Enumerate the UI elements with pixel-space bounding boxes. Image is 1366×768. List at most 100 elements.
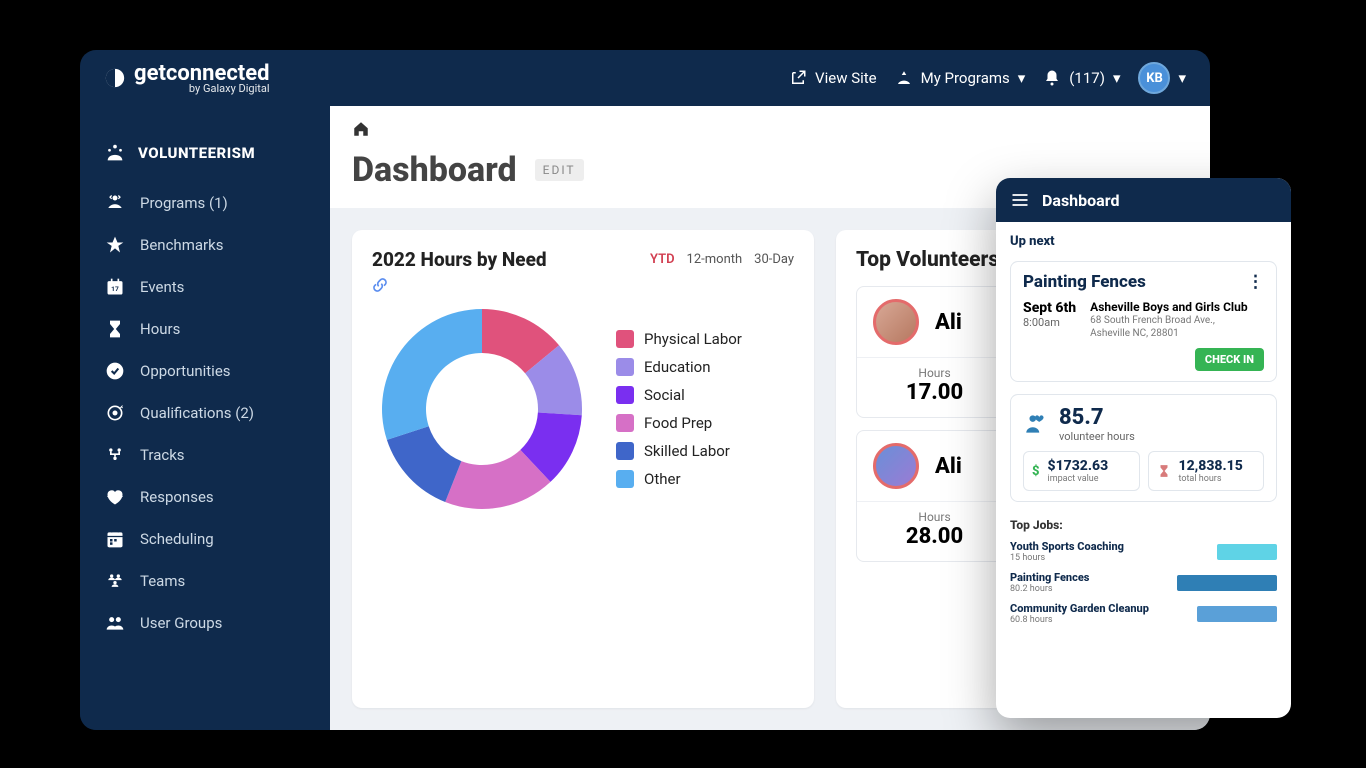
sidebar-item-teams[interactable]: Teams — [80, 560, 330, 602]
legend-item: Education — [616, 358, 742, 376]
my-programs-label: My Programs — [921, 69, 1010, 87]
impact-value-chip: $ $1732.63impact value — [1023, 451, 1140, 491]
sidebar-heading-label: VOLUNTEERISM — [138, 144, 255, 162]
home-icon — [352, 120, 1188, 138]
hours-by-need-card: 2022 Hours by Need YTD 12-month 30-Day P… — [352, 230, 814, 708]
my-programs-menu[interactable]: My Programs ▾ — [895, 69, 1026, 87]
svg-text:17: 17 — [111, 285, 119, 293]
hours-value: 28.00 — [863, 524, 1006, 549]
sidebar-item-opportunities[interactable]: Opportunities — [80, 350, 330, 392]
legend-label: Education — [644, 358, 711, 376]
sidebar-item-programs-[interactable]: Programs (1) — [80, 182, 330, 224]
vol-hours-label: volunteer hours — [1059, 430, 1135, 443]
bell-icon — [1043, 69, 1061, 87]
sidebar-item-label: Opportunities — [140, 362, 231, 380]
kebab-icon[interactable]: ⋮ — [1247, 272, 1264, 292]
legend-item: Other — [616, 470, 742, 488]
legend-swatch — [616, 442, 634, 460]
job-bar — [1197, 606, 1277, 622]
legend-label: Social — [644, 386, 685, 404]
sidebar-item-responses[interactable]: Responses — [80, 476, 330, 518]
user-menu[interactable]: KB ▾ — [1138, 62, 1186, 94]
brand-byline: by Galaxy Digital — [134, 82, 270, 95]
legend-item: Food Prep — [616, 414, 742, 432]
impact-label: impact value — [1048, 474, 1109, 484]
sidebar-item-events[interactable]: 17 Events — [80, 266, 330, 308]
sidebar-item-label: Programs (1) — [140, 194, 228, 212]
legend-label: Physical Labor — [644, 330, 742, 348]
sidebar-icon — [104, 486, 126, 508]
event-time: 8:00am — [1023, 316, 1076, 329]
sidebar-item-hours[interactable]: Hours — [80, 308, 330, 350]
person-heart-icon — [1023, 411, 1049, 437]
sidebar-item-label: Qualifications (2) — [140, 404, 254, 422]
total-hours-chip: 12,838.15total hours — [1148, 451, 1265, 491]
check-in-button[interactable]: CHECK IN — [1195, 348, 1264, 371]
sidebar-item-label: Hours — [140, 320, 180, 338]
link-icon[interactable] — [372, 277, 794, 293]
sidebar: VOLUNTEERISM Programs (1) Benchmarks 17 Eve… — [80, 106, 330, 730]
volunteer-name: Ali — [935, 310, 962, 335]
sidebar-item-qualifications-[interactable]: Qualifications (2) — [80, 392, 330, 434]
job-bar — [1177, 575, 1277, 591]
hands-icon — [895, 69, 913, 87]
job-name: Youth Sports Coaching — [1010, 540, 1207, 553]
hours-label: Hours — [863, 366, 1006, 380]
sidebar-icon — [104, 318, 126, 340]
legend-swatch — [616, 358, 634, 376]
sidebar-icon — [104, 192, 126, 214]
volunteer-name: Ali — [935, 454, 962, 479]
sidebar-item-user-groups[interactable]: User Groups — [80, 602, 330, 644]
sidebar-heading: VOLUNTEERISM — [80, 134, 330, 182]
hours-card-title: 2022 Hours by Need — [372, 248, 638, 271]
top-jobs-heading: Top Jobs: — [1010, 518, 1277, 532]
job-bar — [1217, 544, 1277, 560]
sidebar-item-label: Tracks — [140, 446, 185, 464]
sidebar-icon — [104, 360, 126, 382]
legend-swatch — [616, 386, 634, 404]
edit-button[interactable]: EDIT — [535, 159, 584, 181]
dollar-icon: $ — [1032, 464, 1040, 479]
event-addr2: Asheville NC, 28801 — [1090, 327, 1264, 340]
top-job-row: Community Garden Cleanup60.8 hours — [1010, 602, 1277, 625]
topbar-right: View Site My Programs ▾ (117) ▾ KB ▾ — [789, 62, 1186, 94]
topbar: getconnected by Galaxy Digital View Site… — [80, 50, 1210, 106]
range-tab-12month[interactable]: 12-month — [687, 252, 743, 267]
event-addr1: 68 South French Broad Ave., — [1090, 314, 1264, 327]
sidebar-icon — [104, 612, 126, 634]
hamburger-icon[interactable] — [1010, 190, 1030, 210]
job-name: Painting Fences — [1010, 571, 1167, 584]
brand-logo-icon — [104, 67, 126, 89]
sidebar-item-scheduling[interactable]: Scheduling — [80, 518, 330, 560]
sidebar-item-benchmarks[interactable]: Benchmarks — [80, 224, 330, 266]
view-site-link[interactable]: View Site — [789, 69, 877, 87]
mobile-title: Dashboard — [1042, 191, 1119, 210]
legend-item: Social — [616, 386, 742, 404]
page-title: Dashboard — [352, 150, 517, 190]
upcoming-event-card[interactable]: Painting Fences ⋮ Sept 6th 8:00am Ashevi… — [1010, 261, 1277, 382]
hours-value: 17.00 — [863, 380, 1006, 405]
sidebar-icon — [104, 444, 126, 466]
range-tab-30day[interactable]: 30-Day — [754, 252, 794, 267]
legend-item: Physical Labor — [616, 330, 742, 348]
sidebar-icon: 17 — [104, 276, 126, 298]
notifications-button[interactable]: (117) ▾ — [1043, 69, 1120, 87]
range-tab-ytd[interactable]: YTD — [650, 252, 675, 267]
hourglass-icon — [1157, 464, 1171, 478]
event-org: Asheville Boys and Girls Club — [1090, 300, 1264, 314]
legend-label: Skilled Labor — [644, 442, 730, 460]
breadcrumb[interactable] — [330, 106, 1210, 138]
mobile-stats-card: 85.7 volunteer hours $ $1732.63impact va… — [1010, 394, 1277, 502]
impact-number: $1732.63 — [1048, 458, 1109, 474]
chevron-down-icon: ▾ — [1018, 69, 1026, 87]
sidebar-item-tracks[interactable]: Tracks — [80, 434, 330, 476]
brand: getconnected by Galaxy Digital — [104, 61, 270, 95]
total-hours-number: 12,838.15 — [1179, 458, 1243, 474]
legend-swatch — [616, 414, 634, 432]
top-job-row: Painting Fences80.2 hours — [1010, 571, 1277, 594]
sidebar-item-label: Responses — [140, 488, 214, 506]
sidebar-item-label: Events — [140, 278, 184, 296]
event-title: Painting Fences — [1023, 272, 1146, 292]
volunteer-avatar — [873, 443, 919, 489]
legend-item: Skilled Labor — [616, 442, 742, 460]
